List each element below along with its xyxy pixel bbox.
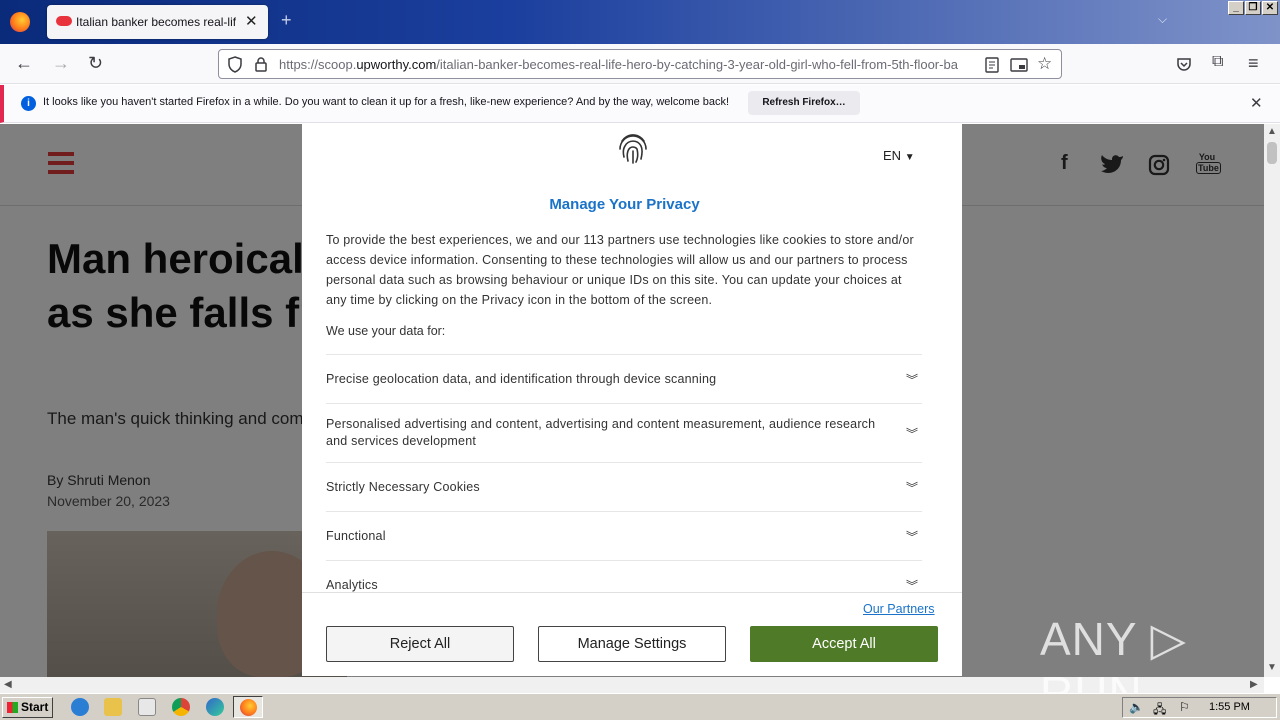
purpose-list: Precise geolocation data, and identifica… bbox=[326, 354, 922, 592]
our-partners-link[interactable]: Our Partners bbox=[863, 602, 935, 616]
restore-button[interactable]: ❐ bbox=[1245, 1, 1261, 15]
purpose-label: Analytics bbox=[326, 577, 378, 592]
url-text[interactable]: https://scoop.upworthy.com/italian-banke… bbox=[279, 57, 979, 72]
edge-icon[interactable] bbox=[206, 698, 224, 716]
notification-bar: i It looks like you haven't started Fire… bbox=[0, 85, 1280, 123]
tab-active[interactable]: Italian banker becomes real-life hero by… bbox=[47, 5, 268, 39]
chrome-icon[interactable] bbox=[172, 698, 190, 716]
bookmark-star-icon[interactable]: ☆ bbox=[1037, 54, 1052, 74]
language-label: EN bbox=[883, 148, 902, 163]
file-explorer-icon[interactable] bbox=[104, 698, 122, 716]
picture-in-picture-icon[interactable] bbox=[1010, 57, 1028, 73]
purpose-item[interactable]: Personalised advertising and content, ad… bbox=[326, 403, 922, 462]
manage-settings-button[interactable]: Manage Settings bbox=[538, 626, 726, 662]
start-button[interactable]: Start bbox=[2, 697, 53, 718]
reject-all-button[interactable]: Reject All bbox=[326, 626, 514, 662]
system-tray: 🔈 🖧 ⚐ 1:55 PM bbox=[1122, 697, 1277, 718]
purpose-item[interactable]: Analytics ︾ bbox=[326, 560, 922, 592]
tab-close-icon[interactable]: ✕ bbox=[245, 12, 258, 30]
chevron-down-icon: ▼ bbox=[904, 152, 915, 163]
firefox-menu-icon[interactable] bbox=[10, 12, 30, 32]
tab-strip: Italian banker becomes real-life hero by… bbox=[0, 0, 1280, 44]
window-close-button[interactable]: ✕ bbox=[1262, 1, 1278, 15]
info-icon: i bbox=[21, 96, 36, 111]
notification-close-icon[interactable]: ✕ bbox=[1250, 94, 1263, 112]
internet-explorer-icon[interactable] bbox=[71, 698, 89, 716]
dialog-divider bbox=[302, 592, 962, 593]
chevron-down-icon[interactable]: ︾ bbox=[906, 577, 918, 593]
tab-title: Italian banker becomes real-life hero by… bbox=[76, 15, 236, 29]
data-use-label: We use your data for: bbox=[326, 324, 446, 338]
purpose-label: Personalised advertising and content, ad… bbox=[326, 417, 876, 448]
start-label: Start bbox=[21, 700, 49, 714]
vertical-scroll-thumb[interactable] bbox=[1267, 142, 1277, 164]
action-center-flag-icon[interactable]: ⚐ bbox=[1179, 700, 1190, 714]
dialog-title: Manage Your Privacy bbox=[549, 196, 700, 213]
url-bar[interactable]: https://scoop.upworthy.com/italian-banke… bbox=[218, 49, 1062, 79]
scroll-left-icon[interactable]: ◀ bbox=[4, 679, 12, 690]
forward-icon[interactable]: → bbox=[52, 53, 70, 74]
app-menu-icon[interactable]: ≡ bbox=[1248, 53, 1259, 74]
clock[interactable]: 1:55 PM bbox=[1209, 701, 1250, 713]
pocket-icon[interactable] bbox=[1176, 56, 1192, 72]
purpose-label: Precise geolocation data, and identifica… bbox=[326, 371, 717, 386]
site-favicon-icon bbox=[56, 16, 72, 26]
refresh-firefox-button[interactable]: Refresh Firefox… bbox=[748, 91, 860, 115]
reload-icon[interactable]: ↻ bbox=[88, 53, 103, 74]
taskbar: Start 🔈 🖧 ⚐ 1:55 PM bbox=[0, 693, 1280, 720]
scroll-up-icon[interactable]: ▲ bbox=[1267, 126, 1277, 137]
privacy-consent-dialog: EN ▼ Manage Your Privacy To provide the … bbox=[302, 124, 962, 676]
fingerprint-icon bbox=[619, 134, 647, 164]
purpose-item[interactable]: Strictly Necessary Cookies ︾ bbox=[326, 462, 922, 511]
list-all-tabs-icon[interactable]: ⌵ bbox=[1158, 12, 1167, 27]
purpose-label: Functional bbox=[326, 528, 386, 543]
vertical-scrollbar[interactable]: ▲ ▼ bbox=[1264, 124, 1280, 677]
network-icon[interactable]: 🖧 bbox=[1153, 700, 1166, 721]
windows-flag-icon bbox=[7, 702, 18, 713]
notification-message: It looks like you haven't started Firefo… bbox=[43, 96, 730, 108]
reader-view-icon[interactable] bbox=[985, 57, 999, 73]
minimize-button[interactable]: _ bbox=[1228, 1, 1244, 15]
lock-icon[interactable] bbox=[254, 56, 268, 73]
dialog-intro-text: To provide the best experiences, we and … bbox=[326, 233, 914, 307]
purpose-item[interactable]: Functional ︾ bbox=[326, 511, 922, 560]
taskbar-firefox-active[interactable] bbox=[233, 696, 263, 718]
purpose-label: Strictly Necessary Cookies bbox=[326, 479, 480, 494]
tracking-protection-shield-icon[interactable] bbox=[227, 56, 243, 73]
language-selector[interactable]: EN ▼ bbox=[883, 148, 915, 163]
volume-icon[interactable]: 🔈 bbox=[1129, 700, 1144, 714]
back-icon[interactable]: ← bbox=[15, 53, 33, 74]
navigation-toolbar: ← → ↻ https://scoop.upworthy.com/italian… bbox=[0, 44, 1280, 84]
media-player-icon[interactable] bbox=[138, 698, 156, 716]
chevron-down-icon[interactable]: ︾ bbox=[906, 528, 918, 545]
new-tab-icon[interactable]: + bbox=[281, 10, 292, 31]
extensions-icon[interactable]: ⧉ bbox=[1212, 53, 1223, 71]
purpose-item[interactable]: Precise geolocation data, and identifica… bbox=[326, 354, 922, 403]
chevron-down-icon[interactable]: ︾ bbox=[906, 371, 918, 388]
firefox-icon bbox=[240, 699, 257, 716]
chevron-down-icon[interactable]: ︾ bbox=[906, 425, 918, 442]
accept-all-button[interactable]: Accept All bbox=[750, 626, 938, 662]
chevron-down-icon[interactable]: ︾ bbox=[906, 479, 918, 496]
